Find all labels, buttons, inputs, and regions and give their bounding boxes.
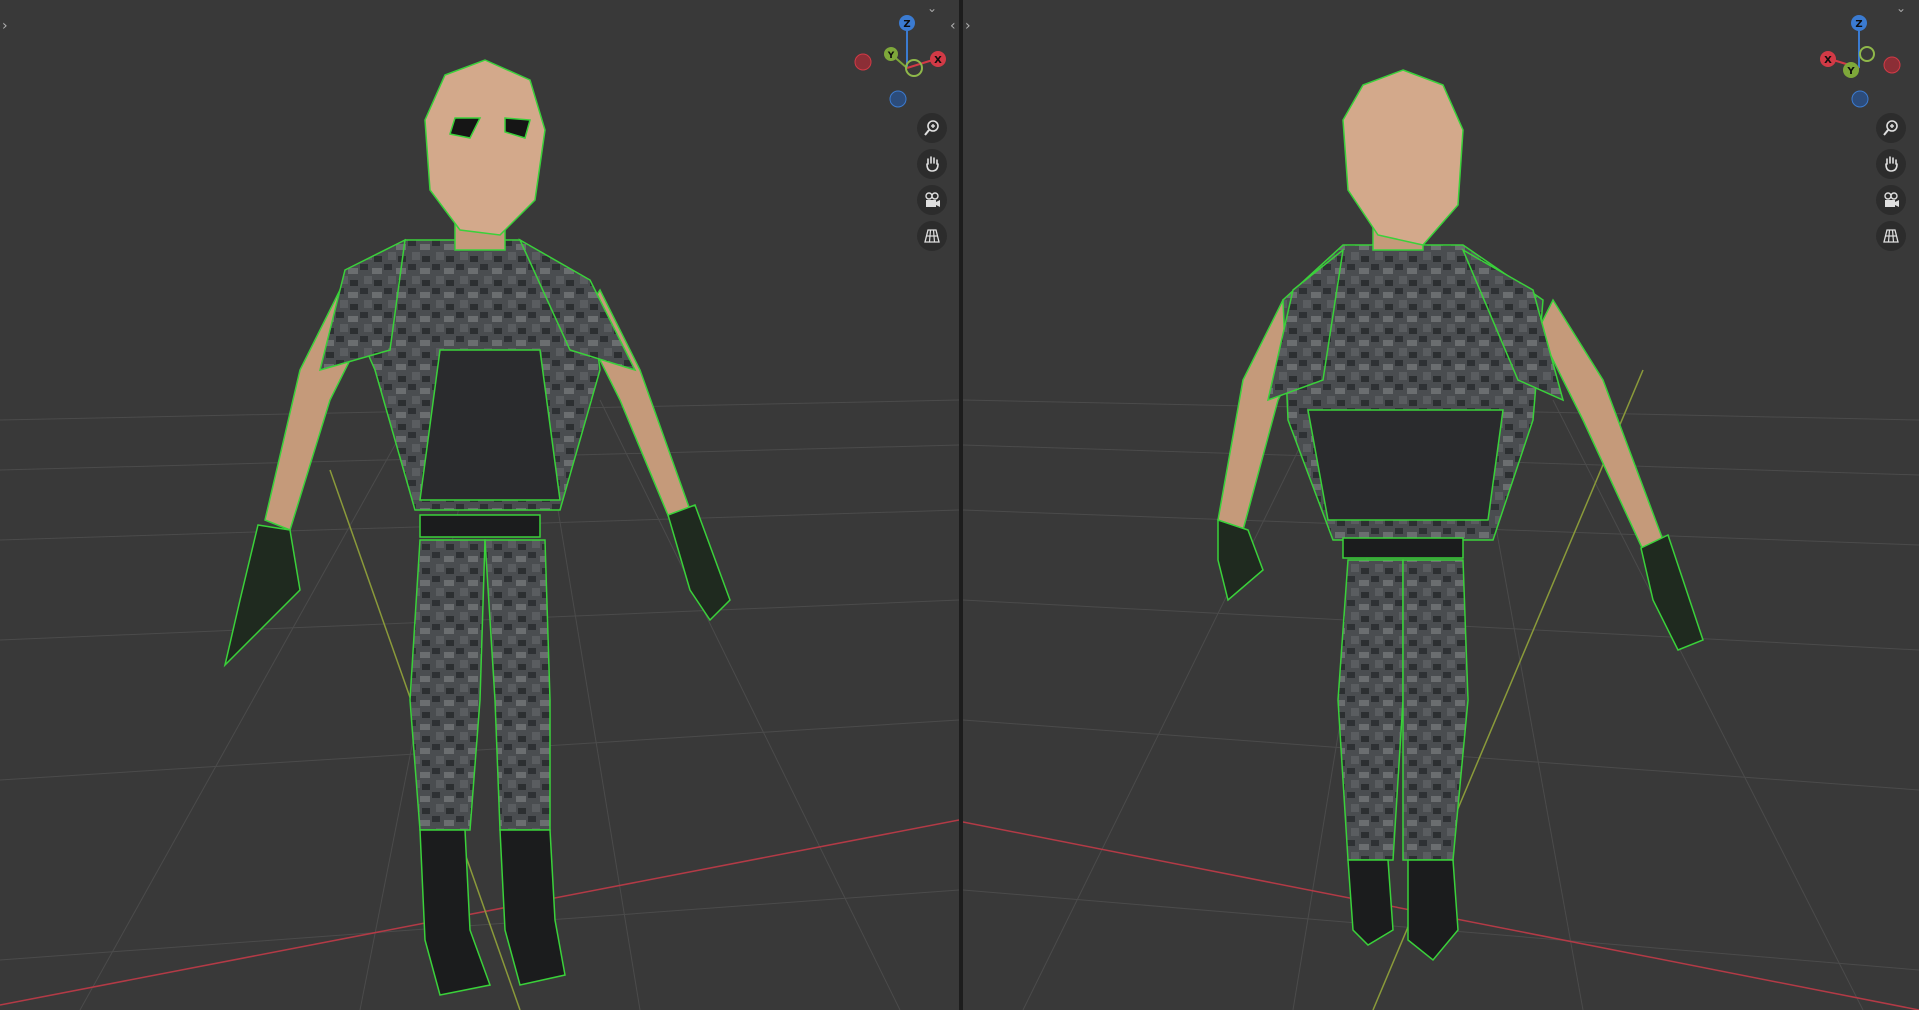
gizmo-x-negative[interactable]	[1883, 56, 1901, 74]
character-mesh-back[interactable]	[1217, 69, 1704, 962]
viewport-scene-front	[0, 59, 959, 1010]
camera-view-icon	[1884, 192, 1899, 207]
gizmo-z-positive[interactable]: Z	[1851, 15, 1867, 31]
gizmo-x-negative[interactable]	[854, 53, 872, 71]
svg-text:Z: Z	[1855, 19, 1862, 30]
svg-text:Y: Y	[1846, 66, 1855, 77]
zoom-button[interactable]	[1876, 113, 1906, 143]
viewport-scene-back	[963, 69, 1919, 1010]
grid-ortho-icon	[1883, 229, 1899, 243]
svg-text:Z: Z	[903, 19, 910, 30]
gizmo-z-positive[interactable]: Z	[899, 15, 915, 31]
pan-button[interactable]	[917, 149, 947, 179]
ortho-toggle-button[interactable]	[1876, 221, 1906, 251]
viewport-nav-buttons	[1876, 113, 1906, 257]
pan-hand-icon	[1885, 156, 1898, 172]
pan-hand-icon	[926, 156, 939, 172]
navigation-gizmo[interactable]: Z X Y	[848, 8, 958, 118]
toolbar-expand-icon[interactable]: ›	[2, 16, 14, 36]
pan-button[interactable]	[1876, 149, 1906, 179]
viewport-back[interactable]: ⌄ › Z X Y	[963, 0, 1919, 1010]
grid-ortho-icon	[924, 229, 940, 243]
gizmo-y-negative[interactable]	[1859, 46, 1875, 62]
zoom-icon	[1883, 120, 1898, 136]
camera-view-icon	[925, 192, 940, 207]
svg-text:X: X	[1824, 55, 1832, 66]
gizmo-x-positive[interactable]: X	[930, 51, 946, 67]
viewport-nav-buttons	[917, 113, 947, 257]
toolbar-expand-icon[interactable]: ›	[965, 16, 977, 36]
camera-view-button[interactable]	[917, 185, 947, 215]
zoom-button[interactable]	[917, 113, 947, 143]
svg-text:X: X	[934, 55, 942, 66]
ortho-toggle-button[interactable]	[917, 221, 947, 251]
blender-window: ⌄ › ‹ Z X Y ⌄ › Z X Y	[0, 0, 1919, 1010]
gizmo-x-positive[interactable]: X	[1820, 51, 1836, 67]
gizmo-z-negative[interactable]	[889, 90, 907, 108]
gizmo-z-negative[interactable]	[1851, 90, 1869, 108]
camera-view-button[interactable]	[1876, 185, 1906, 215]
gizmo-y-positive[interactable]: Y	[884, 47, 898, 61]
svg-text:Y: Y	[887, 51, 895, 61]
character-mesh-front[interactable]	[223, 59, 731, 996]
viewport-front[interactable]: ⌄ › ‹ Z X Y	[0, 0, 959, 1010]
zoom-icon	[924, 120, 939, 136]
navigation-gizmo[interactable]: Z X Y	[1809, 8, 1919, 118]
gizmo-y-positive[interactable]: Y	[1843, 62, 1859, 78]
